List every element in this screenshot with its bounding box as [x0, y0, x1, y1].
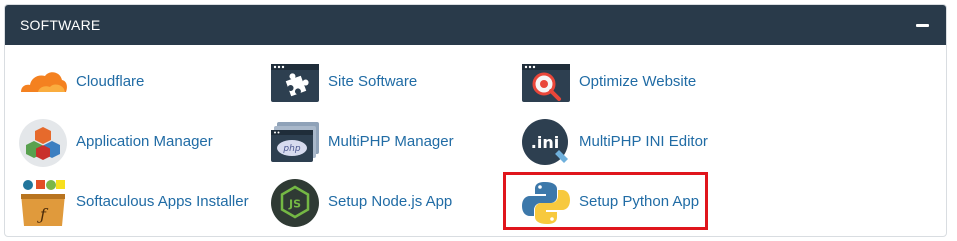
highlight-box — [503, 172, 708, 230]
item-site-software[interactable]: Site Software — [270, 58, 470, 108]
panel-header[interactable]: SOFTWARE — [5, 5, 946, 45]
item-multiphp-ini-editor[interactable]: .ini MultiPHP INI Editor — [521, 118, 721, 168]
php-stack-icon: php — [271, 122, 319, 162]
item-label: MultiPHP INI Editor — [579, 133, 708, 150]
item-setup-nodejs-app[interactable]: JS Setup Node.js App — [270, 178, 470, 228]
item-label: Cloudflare — [76, 73, 145, 90]
item-label: Application Manager — [76, 133, 213, 150]
magnifier-gear-icon — [522, 64, 570, 102]
svg-text:.ini: .ini — [531, 133, 559, 152]
item-label: MultiPHP Manager — [328, 133, 454, 150]
item-optimize-website[interactable]: Optimize Website — [521, 58, 721, 108]
ini-file-icon: .ini — [522, 119, 568, 165]
item-label: Softaculous Apps Installer — [76, 193, 249, 210]
item-application-manager[interactable]: Application Manager — [18, 118, 258, 168]
app-cubes-icon — [19, 119, 67, 167]
softaculous-icon: ƒ — [21, 180, 65, 226]
collapse-button[interactable] — [916, 18, 930, 32]
svg-text:JS: JS — [288, 198, 301, 211]
panel-title: SOFTWARE — [20, 17, 101, 33]
item-softaculous-apps-installer[interactable]: ƒ Softaculous Apps Installer — [18, 178, 258, 228]
svg-text:php: php — [282, 144, 300, 154]
minus-icon — [916, 24, 929, 27]
cloudflare-icon — [21, 72, 67, 92]
item-multiphp-manager[interactable]: php MultiPHP Manager — [270, 118, 470, 168]
item-label: Site Software — [328, 73, 418, 90]
item-label: Setup Node.js App — [328, 193, 453, 210]
item-label: Optimize Website — [579, 73, 697, 90]
item-cloudflare[interactable]: Cloudflare — [18, 58, 258, 108]
puzzle-piece-icon — [271, 64, 319, 102]
nodejs-icon: JS — [271, 179, 319, 227]
